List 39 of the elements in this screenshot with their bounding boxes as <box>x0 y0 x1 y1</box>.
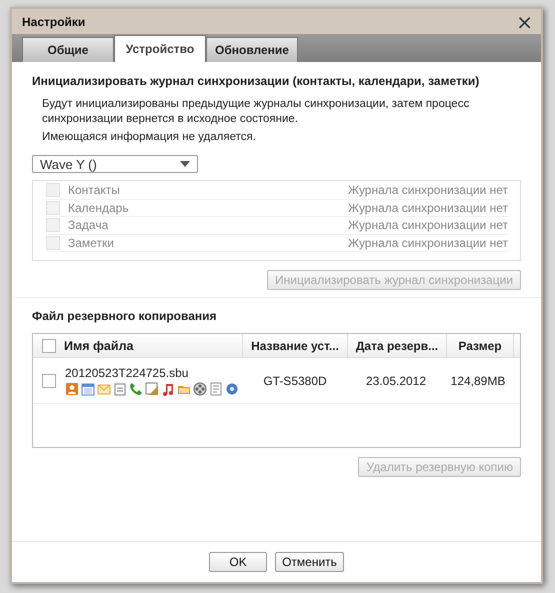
ok-button[interactable]: OK <box>209 552 268 572</box>
memo-icon <box>113 382 127 396</box>
description-text: Будут инициализированы предыдущие журналы синхронизации, затем процесс синхронизации вернется в исходное состояние. <box>41 97 470 127</box>
section-heading: Файл резервного копирования <box>32 309 218 323</box>
status-text: Журнала синхронизации нет <box>348 183 508 198</box>
tab[interactable]: Общие <box>22 37 114 62</box>
status-text: Журнала синхронизации нет <box>348 218 508 232</box>
note-text: Имеющаяся информация не удаляется. <box>41 130 257 145</box>
column-header: Имя файла <box>64 338 134 352</box>
checkbox[interactable] <box>42 374 56 388</box>
mail-icon <box>97 382 111 396</box>
item-label: Календарь <box>68 200 130 215</box>
checkbox[interactable] <box>42 338 56 352</box>
table-cell-text: 124,89MB <box>450 372 506 390</box>
film-icon <box>193 382 207 396</box>
status-text: Журнала синхронизации нет <box>348 200 508 215</box>
phone-icon <box>129 382 143 396</box>
column-header: Размер <box>447 334 514 357</box>
tab[interactable]: Обновление <box>206 37 298 62</box>
item-label: Контакты <box>68 183 121 198</box>
status-text: Журнала синхронизации нет <box>348 236 508 250</box>
table-cell-text: 23.05.2012 <box>364 372 428 390</box>
item-label: Задача <box>68 218 110 232</box>
contact-icon <box>65 382 79 396</box>
column-header: Название уст... <box>243 334 348 357</box>
file-name: 20120523T224725.sbu <box>65 366 190 380</box>
table-cell-text: GT-S5380D <box>262 372 328 390</box>
section-heading: Инициализировать журнал синхронизации (контакты, календари, заметки) <box>32 74 480 88</box>
calendar-icon <box>81 382 95 396</box>
cancel-button[interactable]: Отменить <box>275 552 344 572</box>
item-label: Заметки <box>68 236 115 250</box>
window-title: Настройки <box>22 14 86 28</box>
document-icon <box>209 382 223 396</box>
caret-icon <box>180 161 190 167</box>
tab[interactable]: Устройство <box>114 35 206 62</box>
close-button[interactable]: × <box>514 12 535 30</box>
column-header: Дата резерв... <box>348 334 447 357</box>
device-dropdown[interactable]: Wave Y () <box>32 155 198 173</box>
music-icon <box>161 382 175 396</box>
